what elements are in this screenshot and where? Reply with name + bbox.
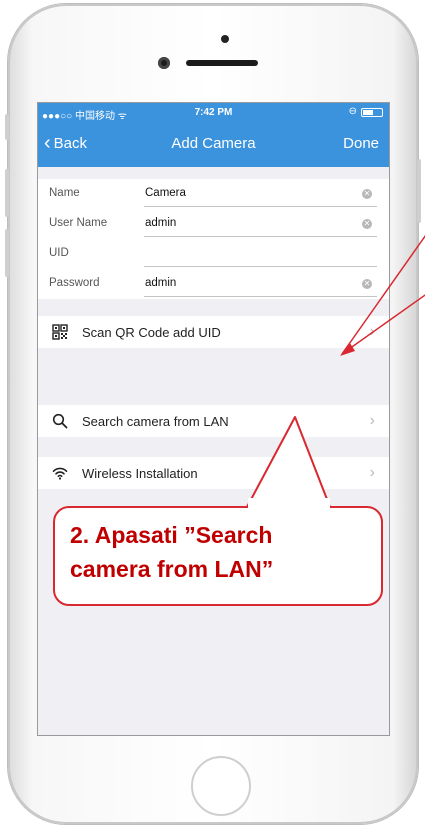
camera-form: Name Camera ✕ User Name admin ✕ UID Pass… bbox=[38, 179, 389, 299]
done-button[interactable]: Done bbox=[343, 135, 379, 152]
name-input[interactable]: Camera bbox=[145, 187, 186, 199]
username-label: User Name bbox=[49, 217, 108, 229]
name-label: Name bbox=[49, 187, 80, 199]
callout-line-1: 2. Apasati ”Search bbox=[70, 522, 273, 548]
power-button bbox=[417, 159, 421, 223]
callout-line-2: camera from LAN” bbox=[70, 556, 274, 582]
chevron-right-icon: › bbox=[369, 464, 375, 481]
search-icon bbox=[52, 413, 68, 429]
password-label: Password bbox=[49, 277, 100, 289]
username-underline bbox=[144, 236, 377, 237]
uid-field-row: UID bbox=[38, 239, 389, 269]
uid-underline bbox=[144, 266, 377, 267]
app-screen: ●●●○○ 中国移动 ᯤ 7:42 PM ⊖ ‹ Back Add Camera… bbox=[37, 102, 390, 736]
chevron-right-icon: › bbox=[369, 323, 375, 340]
wifi-icon bbox=[52, 467, 68, 480]
search-camera-lan-label: Search camera from LAN bbox=[82, 414, 229, 429]
wireless-installation-label: Wireless Installation bbox=[82, 466, 198, 481]
proximity-sensor bbox=[221, 35, 229, 43]
orientation-lock-icon: ⊖ bbox=[348, 106, 357, 117]
mute-switch bbox=[5, 114, 9, 140]
scan-qr-code-cell[interactable]: Scan QR Code add UID › bbox=[38, 316, 389, 348]
chevron-right-icon: › bbox=[369, 412, 375, 429]
status-bar: ●●●○○ 中国移动 ᯤ 7:42 PM ⊖ bbox=[38, 103, 389, 123]
password-input[interactable]: admin bbox=[145, 277, 176, 289]
uid-label: UID bbox=[49, 247, 69, 259]
page-title: Add Camera bbox=[171, 135, 256, 152]
clear-name-icon[interactable]: ✕ bbox=[362, 189, 372, 199]
callout-tail-cover bbox=[248, 498, 330, 512]
earpiece-speaker bbox=[186, 60, 258, 66]
password-field-row: Password admin ✕ bbox=[38, 269, 389, 299]
wireless-installation-cell[interactable]: Wireless Installation › bbox=[38, 457, 389, 489]
clear-username-icon[interactable]: ✕ bbox=[362, 219, 372, 229]
home-button[interactable] bbox=[191, 756, 251, 816]
username-input[interactable]: admin bbox=[145, 217, 176, 229]
clear-password-icon[interactable]: ✕ bbox=[362, 279, 372, 289]
volume-down-button bbox=[5, 229, 9, 277]
callout-text: 2. Apasati ”Search camera from LAN” bbox=[70, 518, 380, 586]
status-time: 7:42 PM bbox=[194, 107, 233, 118]
scan-qr-code-label: Scan QR Code add UID bbox=[82, 325, 221, 340]
search-camera-lan-cell[interactable]: Search camera from LAN › bbox=[38, 405, 389, 437]
name-field-row: Name Camera ✕ bbox=[38, 179, 389, 209]
battery-icon bbox=[361, 108, 383, 117]
password-underline bbox=[144, 296, 377, 297]
name-underline bbox=[144, 206, 377, 207]
username-field-row: User Name admin ✕ bbox=[38, 209, 389, 239]
qr-code-icon bbox=[52, 324, 68, 340]
front-camera bbox=[158, 57, 170, 69]
volume-up-button bbox=[5, 169, 9, 217]
nav-bar: ‹ Back Add Camera Done bbox=[38, 123, 389, 167]
